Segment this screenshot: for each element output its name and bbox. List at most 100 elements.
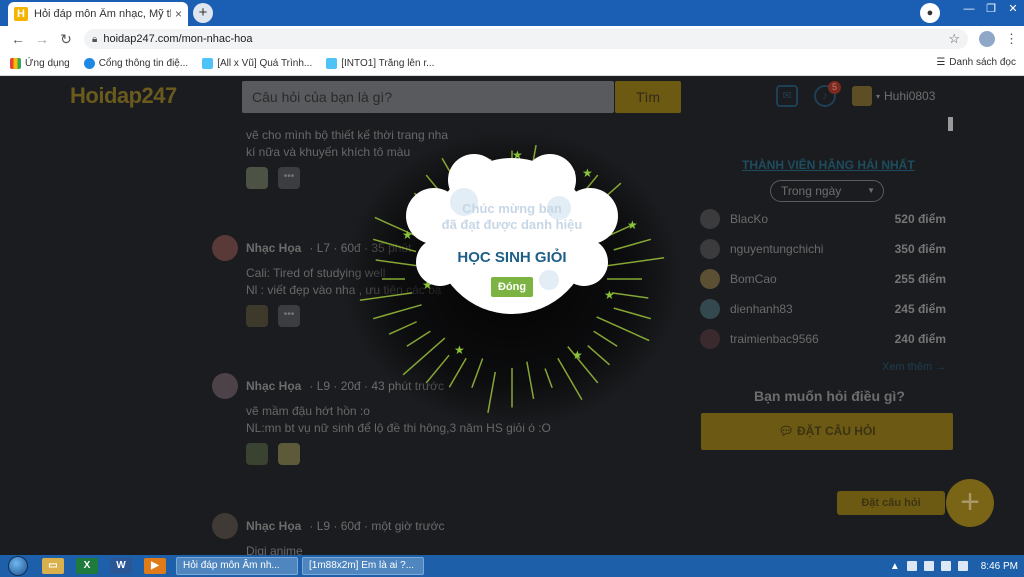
attachment-thumbnail[interactable] bbox=[246, 305, 268, 327]
bookmark-apps[interactable]: Ứng dụng bbox=[10, 58, 70, 69]
search-button[interactable]: Tìm bbox=[615, 81, 681, 113]
word-icon[interactable]: W bbox=[110, 558, 132, 574]
file-explorer-icon[interactable]: ▭ bbox=[42, 558, 64, 574]
bookmark-allxvu[interactable]: [All x Vũ] Quá Trình... bbox=[202, 58, 312, 69]
post-category[interactable]: Nhạc Họa bbox=[246, 379, 301, 393]
ask-button-label: ĐẶT CÂU HỎI bbox=[796, 424, 876, 438]
attachment-thumbnail[interactable] bbox=[278, 443, 300, 465]
username: Huhi0803 bbox=[884, 89, 936, 103]
globe-icon bbox=[83, 58, 95, 69]
ranking-row[interactable]: dienhanh83 245 điểm bbox=[700, 299, 946, 319]
taskbar-window-chrome-1[interactable]: Hỏi đáp môn Âm nh... bbox=[176, 557, 298, 575]
new-tab-button[interactable]: + bbox=[193, 3, 213, 23]
tray-expand-icon[interactable]: ▲ bbox=[890, 561, 900, 572]
ranking-row[interactable]: nguyentungchichi 350 điểm bbox=[700, 239, 946, 259]
flag-icon[interactable] bbox=[906, 561, 917, 571]
member-points: 245 điểm bbox=[894, 302, 946, 316]
forward-arrow-icon[interactable]: → bbox=[30, 31, 54, 47]
congrats-text: Chúc mừng bạn đã đạt được danh hiệu bbox=[404, 201, 620, 233]
congrats-line: đã đạt được danh hiệu bbox=[441, 217, 583, 232]
member-name: BlacKo bbox=[730, 212, 769, 226]
avatar bbox=[212, 235, 238, 261]
bookmark-into1[interactable]: [INTO1] Trăng lên r... bbox=[326, 58, 434, 69]
bell-icon[interactable]: ♪ 5 bbox=[814, 81, 841, 107]
attachment-thumbnail[interactable] bbox=[246, 167, 268, 189]
book-icon bbox=[202, 58, 214, 69]
sparkle-star-icon: ★ bbox=[572, 348, 583, 362]
site-logo[interactable]: Hoidap247 bbox=[70, 83, 177, 109]
tab-close-icon[interactable]: × bbox=[175, 7, 182, 21]
avatar bbox=[700, 299, 720, 319]
avatar bbox=[852, 86, 872, 106]
post-meta: · L9 · 60đ · một giờ trước bbox=[309, 519, 445, 533]
volume-icon[interactable] bbox=[957, 561, 968, 571]
search-input[interactable]: Câu hỏi của bạn là gì? bbox=[242, 81, 614, 113]
bookmark-label: [INTO1] Trăng lên r... bbox=[341, 58, 435, 69]
bookmark-star-icon[interactable]: ☆ bbox=[948, 31, 960, 47]
fab-tooltip[interactable]: Đặt câu hỏi bbox=[837, 491, 945, 515]
bookmark-label: Cổng thông tin điệ... bbox=[98, 58, 189, 69]
excel-icon[interactable]: X bbox=[76, 558, 98, 574]
address-bar[interactable]: 🔒︎ hoidap247.com/mon-nhac-hoa ☆ bbox=[84, 29, 968, 49]
ask-question-button[interactable]: 💬︎ ĐẶT CÂU HỎI bbox=[701, 413, 953, 450]
question-icon: 💬︎ bbox=[778, 424, 797, 438]
period-value: Trong ngày bbox=[781, 184, 842, 198]
bookmark-label: Ứng dụng bbox=[25, 58, 70, 69]
post-category[interactable]: Nhạc Họa bbox=[246, 241, 301, 255]
apps-grid-icon bbox=[10, 58, 21, 69]
taskbar-window-chrome-2[interactable]: [1m88x2m] Em là ai ?... bbox=[302, 557, 424, 575]
window-close-icon[interactable]: ✕ bbox=[1002, 0, 1024, 18]
reading-list-label: Danh sách đọc bbox=[949, 57, 1016, 68]
member-points: 520 điểm bbox=[894, 212, 946, 226]
browser-toolbar: ← → ↻ 🔒︎ hoidap247.com/mon-nhac-hoa ☆ ⋮ bbox=[0, 26, 1024, 52]
profile-avatar-icon[interactable] bbox=[979, 31, 995, 47]
browser-tab-strip: H Hỏi đáp môn Âm nhạc, Mỹ thuật × + ● — … bbox=[0, 0, 1024, 26]
top-members-title[interactable]: THÀNH VIÊN HĂNG HÁI NHẤT bbox=[742, 158, 915, 172]
url-text: hoidap247.com/mon-nhac-hoa bbox=[103, 33, 253, 45]
more-options-icon[interactable]: ••• bbox=[278, 305, 300, 327]
bookmark-label: [All x Vũ] Quá Trình... bbox=[217, 58, 313, 69]
restore-icon[interactable]: ❐ bbox=[980, 0, 1002, 18]
page-content: Hoidap247 Câu hỏi của bạn là gì? Tìm ✉ ♪… bbox=[0, 77, 1024, 555]
system-tray: ▲ 8:46 PM bbox=[890, 555, 1024, 577]
post-text: Digi anime bbox=[246, 544, 303, 555]
congrats-line: Chúc mừng bạn bbox=[462, 201, 562, 216]
avatar bbox=[700, 329, 720, 349]
signal-icon[interactable] bbox=[923, 561, 934, 571]
close-button[interactable]: Đóng bbox=[491, 277, 533, 297]
reload-icon[interactable]: ↻ bbox=[54, 31, 78, 48]
more-options-icon[interactable]: ••• bbox=[278, 167, 300, 189]
post-category[interactable]: Nhạc Họa bbox=[246, 519, 301, 533]
minimize-icon[interactable]: — bbox=[958, 0, 980, 18]
sparkle-star-icon: ★ bbox=[627, 218, 638, 232]
site-favicon-icon: H bbox=[14, 7, 28, 21]
menu-kebab-icon[interactable]: ⋮ bbox=[1005, 31, 1018, 47]
member-name: traimienbac9566 bbox=[730, 332, 819, 346]
chrome-profile-icon[interactable]: ● bbox=[920, 3, 940, 23]
clock[interactable]: 8:46 PM bbox=[981, 561, 1018, 572]
floating-add-button[interactable]: + bbox=[946, 479, 994, 527]
attachment-thumbnail[interactable] bbox=[246, 443, 268, 465]
list-item[interactable]: Nhạc Họa · L9 · 60đ · một giờ trước Digi… bbox=[212, 513, 682, 555]
windows-taskbar: ▭ X W ▶ Hỏi đáp môn Âm nh... [1m88x2m] E… bbox=[0, 555, 1024, 577]
back-arrow-icon[interactable]: ← bbox=[6, 31, 30, 47]
ranking-row[interactable]: BlacKo 520 điểm bbox=[700, 209, 946, 229]
reading-list[interactable]: ☰ Danh sách đọc bbox=[936, 57, 1016, 68]
sparkle-star-icon: ★ bbox=[454, 343, 465, 357]
ranking-row[interactable]: BomCao 255 điểm bbox=[700, 269, 946, 289]
chat-icon[interactable]: ✉ bbox=[776, 85, 798, 107]
notification-badge: 5 bbox=[828, 81, 841, 94]
see-more-link[interactable]: Xem thêm → bbox=[882, 361, 946, 373]
window-controls: — ❐ ✕ bbox=[958, 0, 1024, 18]
scrollbar-thumb[interactable] bbox=[948, 117, 953, 131]
start-button[interactable] bbox=[0, 555, 36, 577]
browser-tab-active[interactable]: H Hỏi đáp môn Âm nhạc, Mỹ thuật × bbox=[8, 2, 188, 26]
member-name: dienhanh83 bbox=[730, 302, 793, 316]
bookmark-portal[interactable]: Cổng thông tin điệ... bbox=[83, 58, 189, 69]
media-player-icon[interactable]: ▶ bbox=[144, 558, 166, 574]
user-menu[interactable]: ▾ Huhi0803 bbox=[852, 86, 935, 106]
battery-icon[interactable] bbox=[940, 561, 951, 571]
award-title: HỌC SINH GIỎI bbox=[457, 249, 567, 266]
ranking-row[interactable]: traimienbac9566 240 điểm bbox=[700, 329, 946, 349]
period-select[interactable]: Trong ngày ▼ bbox=[770, 180, 884, 202]
